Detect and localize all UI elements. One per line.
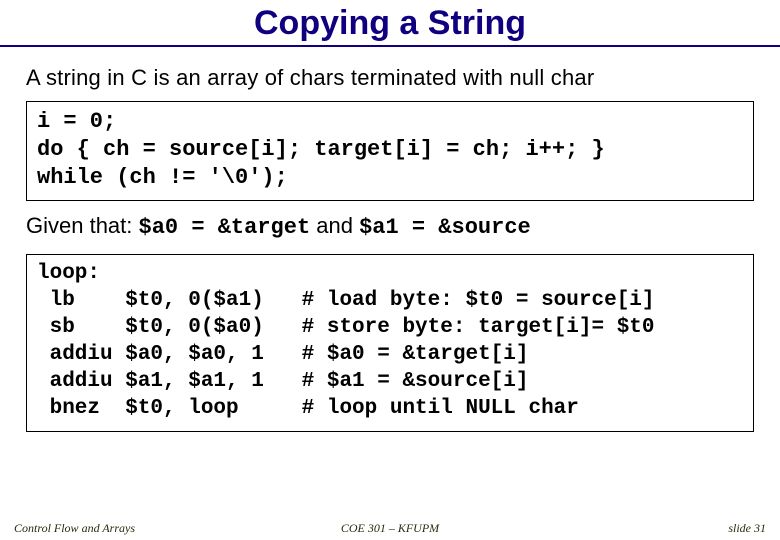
- asm-code: loop: lb $t0, 0($a1) # load byte: $t0 = …: [37, 261, 743, 422]
- slide: Copying a String A string in C is an arr…: [0, 0, 780, 540]
- title-bar: Copying a String: [0, 0, 780, 47]
- asm-code-box: loop: lb $t0, 0($a1) # load byte: $t0 = …: [26, 254, 754, 431]
- given-mid: and: [310, 213, 359, 238]
- footer-right: slide 31: [515, 521, 766, 536]
- given-prefix: Given that:: [26, 213, 139, 238]
- footer-left: Control Flow and Arrays: [14, 521, 265, 536]
- given-line: Given that: $a0 = &target and $a1 = &sou…: [26, 213, 754, 240]
- footer: Control Flow and Arrays COE 301 – KFUPM …: [0, 521, 780, 536]
- given-a0: $a0 = &target: [139, 215, 311, 240]
- footer-center: COE 301 – KFUPM: [265, 521, 516, 536]
- slide-title: Copying a String: [0, 4, 780, 43]
- c-code-box: i = 0; do { ch = source[i]; target[i] = …: [26, 101, 754, 201]
- c-code: i = 0; do { ch = source[i]; target[i] = …: [37, 108, 743, 192]
- lead-text: A string in C is an array of chars termi…: [26, 65, 754, 91]
- slide-body: A string in C is an array of chars termi…: [0, 47, 780, 432]
- given-a1: $a1 = &source: [359, 215, 531, 240]
